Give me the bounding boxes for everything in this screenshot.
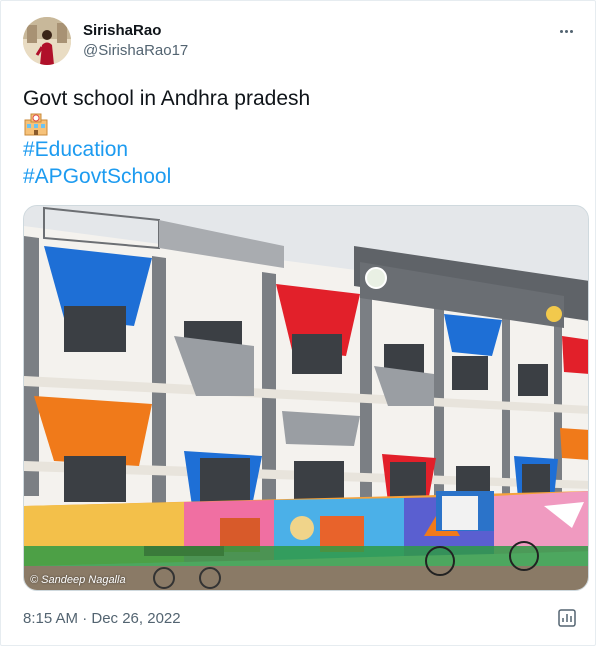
avatar[interactable] — [23, 17, 71, 65]
more-dot — [564, 29, 568, 33]
school-emoji-icon — [24, 113, 48, 136]
user-names: SirishaRao @SirishaRao17 — [83, 21, 188, 61]
profile-photo-icon — [23, 17, 71, 65]
photo-watermark: © Sandeep Nagalla — [30, 574, 126, 586]
tweet-timestamp[interactable]: 8:15 AM · Dec 26, 2022 — [23, 610, 181, 627]
tweet-text-line: Govt school in Andhra pradesh — [23, 87, 311, 110]
tweet-photo[interactable]: © Sandeep Nagalla — [23, 205, 589, 591]
school-building-photo — [24, 206, 588, 590]
tweet-card: SirishaRao @SirishaRao17 Govt school in … — [0, 0, 596, 646]
tweet-header: SirishaRao @SirishaRao17 — [23, 17, 577, 67]
display-name[interactable]: SirishaRao — [83, 21, 188, 41]
hashtag-education[interactable]: #Education — [23, 136, 575, 163]
analytics-icon[interactable] — [557, 608, 577, 628]
user-handle[interactable]: @SirishaRao17 — [83, 41, 188, 61]
hashtag-apgovtschool[interactable]: #APGovtSchool — [23, 163, 575, 190]
more-horizontal-icon — [559, 29, 563, 33]
tweet-text: Govt school in Andhra pradesh #Education… — [23, 85, 575, 190]
more-options-button[interactable] — [555, 21, 577, 41]
more-dot — [569, 29, 573, 33]
